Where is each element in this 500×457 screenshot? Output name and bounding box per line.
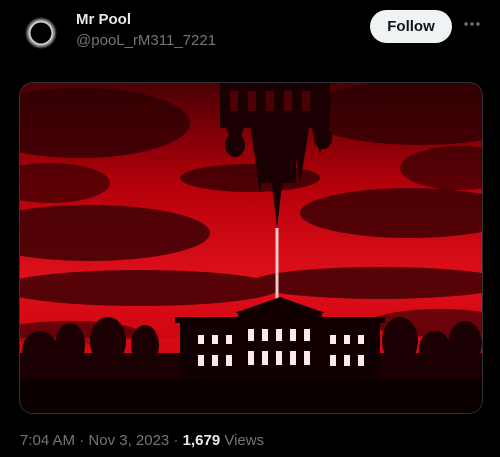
red-sky-illustration bbox=[20, 83, 482, 413]
eclipse-avatar-image bbox=[20, 12, 62, 54]
separator: · bbox=[79, 432, 85, 449]
more-horizontal-icon[interactable] bbox=[460, 12, 484, 36]
post-image[interactable] bbox=[19, 82, 483, 414]
avatar[interactable] bbox=[20, 12, 62, 54]
post-time[interactable]: 7:04 AM bbox=[20, 432, 75, 449]
post-metadata: 7:04 AM · Nov 3, 2023 · 1,679 Views bbox=[20, 432, 264, 449]
post-date[interactable]: Nov 3, 2023 bbox=[88, 432, 169, 449]
separator: · bbox=[173, 432, 179, 449]
user-handle[interactable]: @pooL_rM311_7221 bbox=[76, 32, 216, 49]
display-name[interactable]: Mr Pool bbox=[76, 11, 131, 28]
views-label: Views bbox=[224, 432, 265, 449]
views-count: 1,679 bbox=[182, 432, 221, 449]
follow-button[interactable]: Follow bbox=[370, 10, 452, 43]
